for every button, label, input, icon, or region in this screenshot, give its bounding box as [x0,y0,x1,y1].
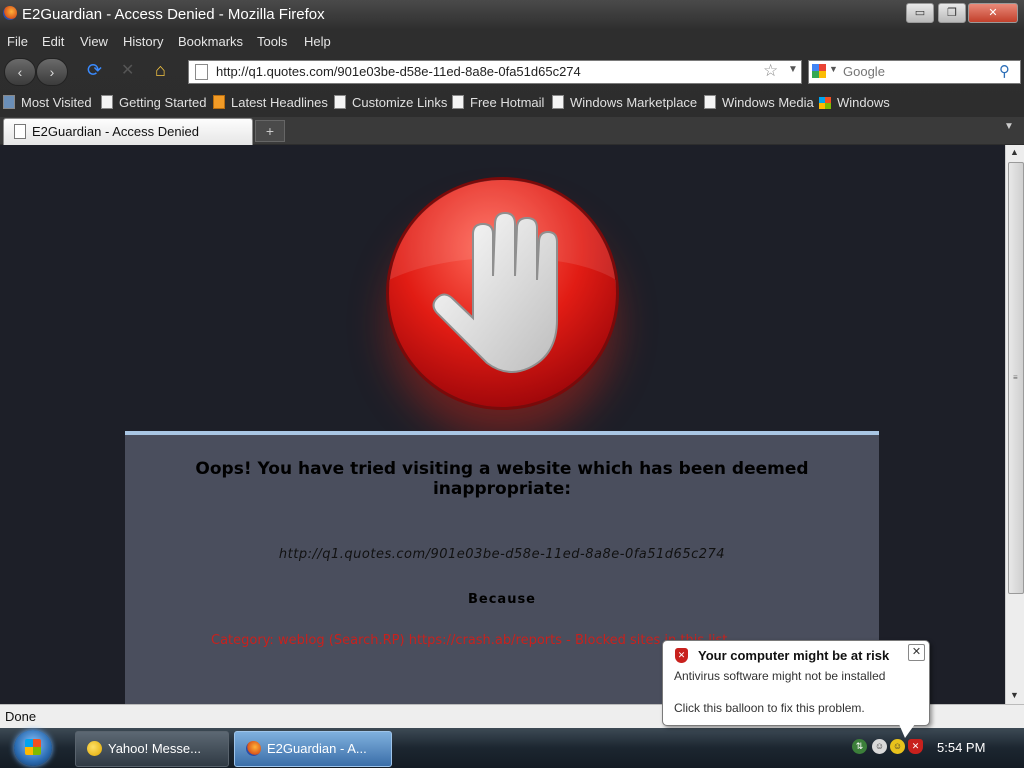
url-text[interactable]: http://q1.quotes.com/901e03be-d58e-11ed-… [216,64,581,79]
bookmark-label: Getting Started [119,95,207,110]
page-icon [704,95,716,109]
folder-icon [3,95,15,109]
close-button[interactable]: ✕ [968,3,1018,23]
shield-icon: ✕ [675,648,688,663]
page-icon [552,95,564,109]
because-label: Because [467,592,536,607]
taskbar-item-yahoo-messenger[interactable]: Yahoo! Messe... [75,731,229,767]
bookmark-label: Customize Links [352,95,448,110]
rss-icon [213,95,225,109]
status-text: Done [5,709,37,724]
search-input[interactable] [843,63,993,80]
bookmark-windows[interactable]: Windows [819,95,890,110]
page-icon [452,95,464,109]
firefox-logo-icon [3,6,17,20]
menu-view[interactable]: View [80,34,108,49]
blocked-url: http://q1.quotes.com/901e03be-d58e-11ed-… [278,547,726,562]
taskbar-item-label: Yahoo! Messe... [108,741,201,756]
menu-help[interactable]: Help [304,34,331,49]
bookmark-label: Latest Headlines [231,95,328,110]
windows-logo-icon [25,739,41,755]
scroll-down-arrow-icon[interactable]: ▼ [1010,690,1019,700]
page-icon [334,95,346,109]
bookmark-label: Windows Marketplace [570,95,698,110]
taskbar: Yahoo! Messe... E2Guardian - A... ⇅ ☺ ☺ … [0,728,1024,768]
page-icon [195,64,208,80]
balloon-tail [899,724,915,738]
navigation-toolbar: ‹ › ⟳ ✕ ⌂ http://q1.quotes.com/901e03be-… [0,55,1024,89]
menu-edit[interactable]: Edit [42,34,64,49]
url-dropdown-icon[interactable]: ▼ [788,64,798,75]
bookmark-label: Windows [837,95,890,110]
search-engine-dropdown-icon[interactable]: ▼ [829,64,838,74]
bookmark-windows-media[interactable]: Windows Media [704,95,814,110]
stop-hand-icon [389,180,616,373]
bookmark-getting-started[interactable]: Getting Started [101,95,206,110]
title-bar[interactable]: E2Guardian - Access Denied - Mozilla Fir… [0,0,1024,30]
denied-heading: Oops! You have tried visiting a website … [195,459,809,499]
page-icon [14,124,26,139]
balloon-title: Your computer might be at risk [698,648,890,663]
search-bar[interactable]: ▼ ⚲ [808,60,1021,84]
home-icon[interactable]: ⌂ [155,60,166,81]
bookmark-free-hotmail[interactable]: Free Hotmail [452,95,544,110]
vertical-scrollbar[interactable]: ▲ ≡ ▼ [1005,145,1024,704]
yahoo-smiley-icon [87,741,102,756]
bookmark-label: Free Hotmail [470,95,545,110]
balloon-close-button[interactable]: ✕ [908,644,925,661]
security-balloon[interactable]: ✕ Your computer might be at risk ✕ Antiv… [662,640,930,738]
balloon-action-text[interactable]: Click this balloon to fix this problem. [674,701,865,715]
system-tray: ⇅ ☺ ☺ ✕ [852,739,924,757]
bookmark-latest-headlines[interactable]: Latest Headlines [213,95,328,110]
stop-icon[interactable]: ✕ [121,60,134,80]
window-title: E2Guardian - Access Denied - Mozilla Fir… [22,6,325,23]
clock[interactable]: 5:54 PM [937,740,985,755]
bookmark-most-visited[interactable]: Most Visited [3,95,92,110]
scroll-up-arrow-icon[interactable]: ▲ [1010,147,1019,157]
menu-history[interactable]: History [123,34,163,49]
maximize-button[interactable]: ❐ [938,3,966,23]
menu-tools[interactable]: Tools [257,34,287,49]
network-icon[interactable]: ⇅ [852,739,867,754]
grip-icon: ≡ [1013,373,1018,382]
windows-logo-icon [819,97,831,109]
bookmark-label: Most Visited [21,95,92,110]
minimize-button[interactable]: ▭ [906,3,934,23]
start-button[interactable] [14,730,52,766]
bookmark-windows-marketplace[interactable]: Windows Marketplace [552,95,697,110]
menu-bookmarks[interactable]: Bookmarks [178,34,243,49]
forward-button[interactable]: › [36,58,68,86]
tab-access-denied[interactable]: E2Guardian - Access Denied [3,118,253,145]
bookmark-customize-links[interactable]: Customize Links [334,95,447,110]
stop-sign [389,180,616,407]
shield-icon[interactable]: ✕ [908,739,923,754]
taskbar-item-firefox[interactable]: E2Guardian - A... [234,731,392,767]
menu-bar: File Edit View History Bookmarks Tools H… [0,32,1024,52]
address-bar[interactable]: http://q1.quotes.com/901e03be-d58e-11ed-… [188,60,802,84]
magnifier-icon[interactable]: ⚲ [999,62,1010,80]
taskbar-item-label: E2Guardian - A... [267,741,367,756]
balloon-message: Antivirus software might not be installe… [674,669,886,683]
tab-label: E2Guardian - Access Denied [32,124,199,139]
yahoo-tray-icon[interactable]: ☺ [890,739,905,754]
reload-icon[interactable]: ⟳ [87,60,102,81]
scroll-thumb[interactable]: ≡ [1008,162,1024,594]
menu-file[interactable]: File [7,34,28,49]
bookmark-label: Windows Media [722,95,814,110]
tab-strip: E2Guardian - Access Denied + ▼ [0,117,1024,145]
back-button[interactable]: ‹ [4,58,36,86]
firefox-logo-icon [246,741,261,756]
messenger-status-icon[interactable]: ☺ [872,739,887,754]
page-content: Oops! You have tried visiting a website … [0,145,1005,704]
new-tab-button[interactable]: + [255,120,285,142]
bookmark-star-icon[interactable]: ☆ [763,61,778,81]
tab-list-icon[interactable]: ▼ [1004,121,1014,132]
page-icon [101,95,113,109]
google-icon[interactable] [812,64,826,78]
bookmarks-toolbar: Most Visited Getting Started Latest Head… [0,92,1024,114]
